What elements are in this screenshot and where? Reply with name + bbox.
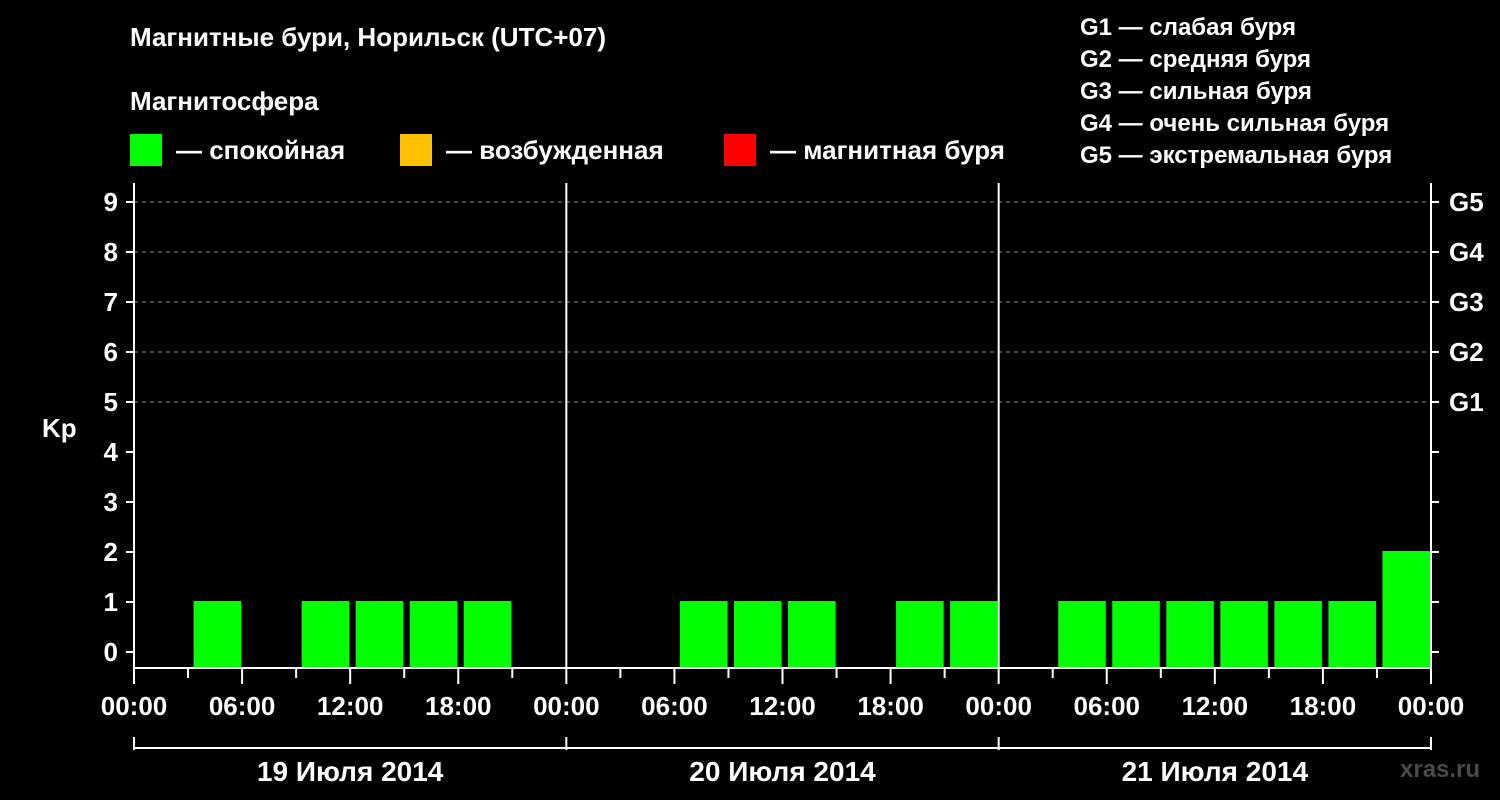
kp-bar: [193, 601, 242, 668]
y-tick-label: 6: [104, 337, 118, 367]
day-label: 21 Июля 2014: [1122, 756, 1309, 787]
y-tick-label: 7: [104, 287, 118, 317]
x-tick-label: 00:00: [101, 691, 168, 721]
day-labels: 19 Июля 2014 20 Июля 2014 21 Июля 2014: [257, 756, 1309, 787]
legend-swatch-quiet: [130, 134, 162, 166]
kp-bar: [896, 601, 944, 668]
x-tick-labels: 00:00 06:00 12:00 18:00 00:00 06:00 12:00 18:00…: [101, 691, 1465, 721]
kp-bar: [733, 601, 782, 668]
legend-swatch-excited: [400, 134, 432, 166]
kp-bar: [1382, 551, 1430, 668]
storm-scale-g4: G4 — очень сильная буря: [1080, 110, 1390, 137]
legend-label-quiet: — спокойная: [176, 135, 346, 165]
x-tick-label: 06:00: [641, 691, 708, 721]
y-tick-labels: 0 1 2 3 4 5 6 7 8 9: [104, 187, 119, 667]
x-tick-label: 06:00: [1074, 691, 1141, 721]
x-tick-label: 12:00: [1182, 691, 1249, 721]
kp-bar: [1112, 601, 1160, 668]
x-tick-label: 18:00: [1290, 691, 1357, 721]
right-tick-labels: G1 G2 G3 G4 G5: [1449, 187, 1484, 417]
x-tick-label: 00:00: [533, 691, 600, 721]
y-axis-label: Kp: [42, 413, 77, 443]
kp-bar: [1166, 601, 1214, 668]
right-tick-label: G5: [1449, 187, 1484, 217]
kp-bar: [950, 601, 998, 668]
day-label: 20 Июля 2014: [689, 756, 876, 787]
day-label: 19 Июля 2014: [257, 756, 444, 787]
bars-group: [193, 551, 1430, 668]
chart-title: Магнитные бури, Норильск (UTC+07): [130, 22, 606, 52]
y-tick-label: 8: [104, 237, 118, 267]
storm-scale-g3: G3 — сильная буря: [1080, 78, 1312, 105]
kp-bar: [787, 601, 836, 668]
x-tick-label: 18:00: [425, 691, 492, 721]
legend-swatch-storm: [724, 134, 756, 166]
y-tick-label: 5: [104, 387, 118, 417]
y-tick-label: 9: [104, 187, 118, 217]
storm-scale-g5: G5 — экстремальная буря: [1080, 142, 1393, 169]
kp-bar: [463, 601, 512, 668]
kp-bar: [1328, 601, 1376, 668]
right-tick-label: G1: [1449, 387, 1484, 417]
y-tick-label: 0: [104, 637, 118, 667]
y-tick-label: 2: [104, 537, 118, 567]
kp-bar: [679, 601, 728, 668]
kp-bar: [301, 601, 350, 668]
x-tick-label: 00:00: [965, 691, 1032, 721]
kp-bar: [409, 601, 458, 668]
x-tick-label: 00:00: [1398, 691, 1465, 721]
kp-bar: [1058, 601, 1106, 668]
watermark: xras.ru: [1400, 756, 1481, 783]
legend-label-storm: — магнитная буря: [770, 135, 1005, 165]
grid-lines: [134, 201, 1431, 403]
y-tick-label: 3: [104, 487, 118, 517]
magnetosphere-label: Магнитосфера: [130, 86, 319, 116]
x-tick-label: 18:00: [857, 691, 924, 721]
right-tick-label: G2: [1449, 337, 1484, 367]
x-tick-label: 12:00: [317, 691, 384, 721]
right-tick-label: G4: [1449, 237, 1484, 267]
storm-scale-g2: G2 — средняя буря: [1080, 46, 1311, 73]
legend-label-excited: — возбужденная: [446, 135, 664, 165]
x-tick-label: 06:00: [209, 691, 276, 721]
kp-bar: [355, 601, 404, 668]
right-tick-label: G3: [1449, 287, 1484, 317]
y-tick-label: 1: [104, 587, 118, 617]
kp-bar: [1274, 601, 1322, 668]
y-tick-label: 4: [104, 437, 119, 467]
x-tick-label: 12:00: [749, 691, 816, 721]
storm-scale-g1: G1 — слабая буря: [1080, 14, 1297, 41]
kp-bar: [1220, 601, 1268, 668]
